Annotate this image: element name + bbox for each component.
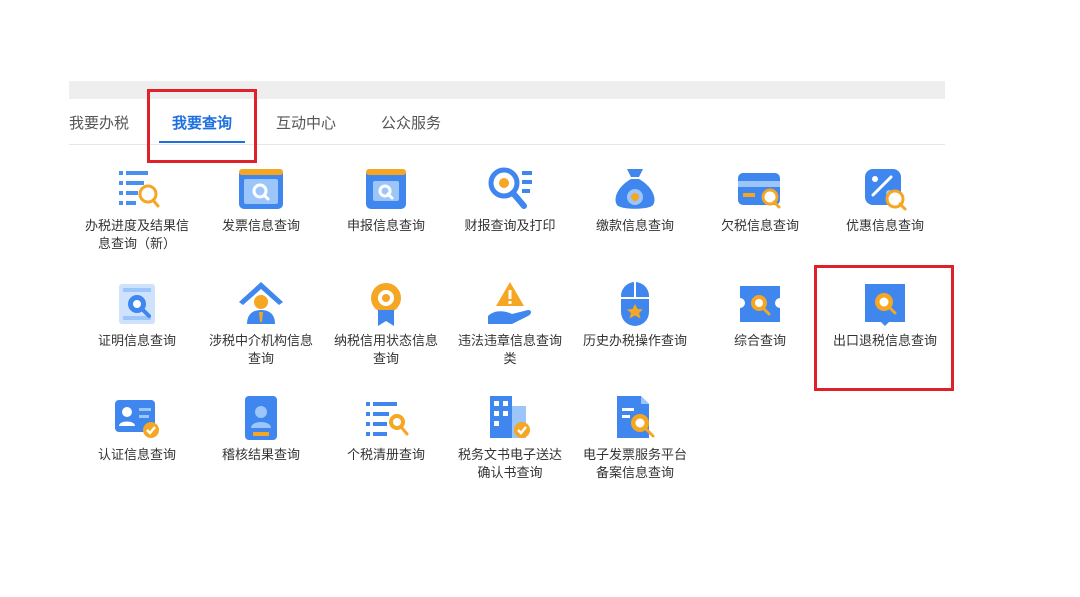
tile-discount-query[interactable]: 优惠信息查询 [830,163,940,236]
invoice-search-icon [239,169,283,209]
tile-tax-document[interactable]: 税务文书电子送达确认书查询 [455,392,565,483]
tab-interaction-center[interactable]: 互动中心 [276,112,336,133]
tax-document-building-icon [490,396,530,438]
tile-credit-status[interactable]: 纳税信用状态信息查询 [331,278,441,369]
tile-label: 税务文书电子送达确认书查询 [457,448,562,481]
comprehensive-search-icon [740,286,780,322]
tile-invoice-query[interactable]: 发票信息查询 [206,163,316,236]
tile-label: 缴款信息查询 [595,219,674,234]
financial-report-search-icon [488,167,532,209]
tile-authentication-query[interactable]: 认证信息查询 [82,392,192,465]
export-refund-search-icon [865,284,905,326]
tile-label: 财报查询及打印 [464,219,556,234]
credit-medal-icon [371,283,401,326]
tile-label: 发票信息查询 [221,219,300,234]
authentication-card-icon [115,400,159,438]
progress-list-search-icon [119,171,160,208]
tile-export-refund[interactable]: 出口退税信息查询 [830,278,940,351]
tile-audit-result[interactable]: 稽核结果查询 [206,392,316,465]
e-invoice-platform-icon [617,396,655,438]
tile-arrears-query[interactable]: 欠税信息查询 [705,163,815,236]
tile-label: 办税进度及结果信息查询（新） [84,219,189,252]
tab-public-service[interactable]: 公众服务 [381,112,441,133]
audit-badge-icon [245,396,277,440]
payment-bag-icon [615,169,655,209]
arrears-card-icon [738,173,781,209]
tile-comprehensive-query[interactable]: 综合查询 [705,278,815,351]
tile-label: 出口退税信息查询 [832,334,937,349]
tile-e-invoice-platform[interactable]: 电子发票服务平台备案信息查询 [580,392,690,483]
tile-label: 违法违章信息查询类 [457,334,562,367]
tile-financial-report[interactable]: 财报查询及打印 [455,163,565,236]
tile-label: 欠税信息查询 [720,219,799,234]
tile-personal-tax-list[interactable]: 个税清册查询 [331,392,441,465]
tile-label: 个税清册查询 [346,448,425,463]
tile-label: 申报信息查询 [346,219,425,234]
tile-label: 历史办税操作查询 [582,334,687,349]
tile-label: 稽核结果查询 [221,448,300,463]
tile-label: 电子发票服务平台备案信息查询 [582,448,687,481]
tile-label: 认证信息查询 [97,448,176,463]
tile-payment-query[interactable]: 缴款信息查询 [580,163,690,236]
tile-agency-query[interactable]: 涉税中介机构信息查询 [206,278,316,369]
agency-person-icon [239,282,283,324]
tile-violation-query[interactable]: 违法违章信息查询类 [455,278,565,369]
tile-label: 证明信息查询 [97,334,176,349]
tile-label: 涉税中介机构信息查询 [208,334,313,367]
history-mouse-icon [621,282,649,326]
certificate-search-icon [119,284,155,324]
tile-history-operation[interactable]: 历史办税操作查询 [580,278,690,351]
tile-progress-query[interactable]: 办税进度及结果信息查询（新） [82,163,192,254]
discount-tag-icon [865,169,907,211]
tile-label: 优惠信息查询 [845,219,924,234]
tile-declaration-query[interactable]: 申报信息查询 [331,163,441,236]
personal-tax-list-icon [366,402,409,436]
tab-handle-tax[interactable]: 我要办税 [69,112,129,133]
declaration-search-icon [366,169,406,209]
violation-warning-icon [488,282,531,324]
tile-label: 综合查询 [733,334,786,349]
tab-highlight-box [147,89,257,163]
tile-label: 纳税信用状态信息查询 [333,334,438,367]
tile-certificate-query[interactable]: 证明信息查询 [82,278,192,351]
